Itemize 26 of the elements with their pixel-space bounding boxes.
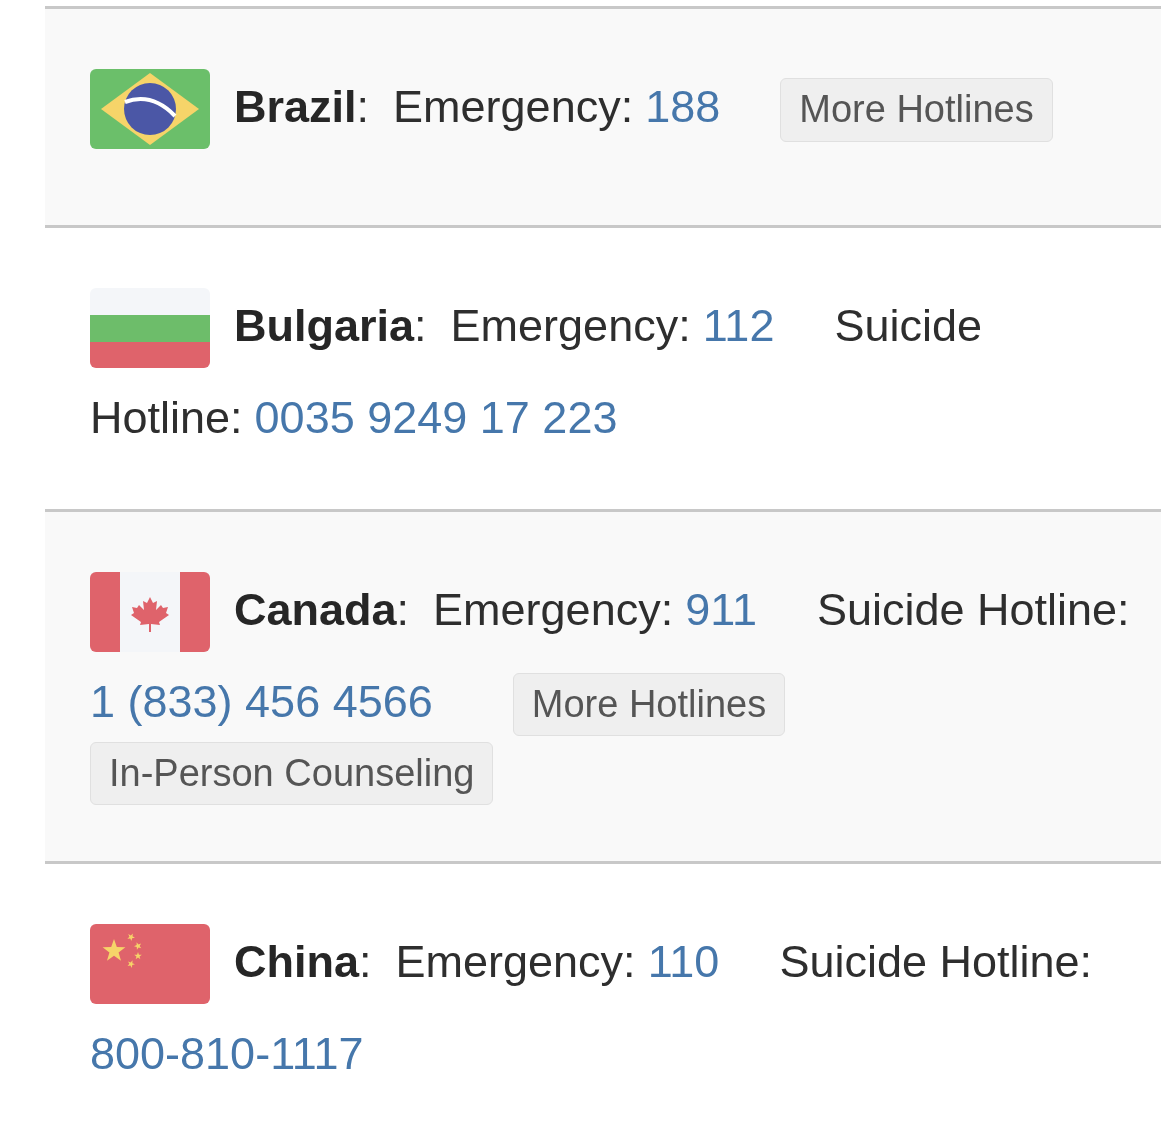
- country-name: Brazil:: [234, 81, 370, 133]
- phone-link[interactable]: 0035 9249 17 223: [254, 392, 618, 444]
- flag-icon: [90, 571, 210, 652]
- emergency-label: Emergency:: [450, 300, 691, 352]
- flag-icon: [90, 288, 210, 368]
- emergency-label: Emergency:: [393, 81, 634, 133]
- hotline-label: Suicide Hotline:: [779, 936, 1093, 988]
- country-name: Canada:: [234, 583, 410, 636]
- emergency-label: Emergency:: [433, 583, 674, 636]
- hotline-label: Suicide Hotline:: [816, 583, 1130, 636]
- country-name: Bulgaria:: [234, 300, 427, 352]
- action-button[interactable]: More Hotlines: [512, 672, 786, 737]
- phone-link[interactable]: 911: [685, 583, 757, 636]
- phone-link[interactable]: 800-810-1117: [90, 1028, 364, 1080]
- phone-link[interactable]: 1 (833) 456 4566: [90, 675, 433, 728]
- phone-link[interactable]: 188: [645, 81, 721, 133]
- phone-link[interactable]: 110: [647, 936, 720, 988]
- action-button[interactable]: More Hotlines: [780, 78, 1053, 142]
- action-button[interactable]: In-Person Counseling: [90, 741, 494, 806]
- hotline-label: Suicide: [834, 300, 982, 352]
- flag-icon: [90, 924, 210, 1005]
- emergency-label: Emergency:: [395, 936, 636, 988]
- country-name: China:: [234, 936, 372, 988]
- hotline-label: Hotline:: [90, 392, 243, 444]
- flag-icon: [90, 69, 210, 149]
- phone-link[interactable]: 112: [702, 300, 775, 352]
